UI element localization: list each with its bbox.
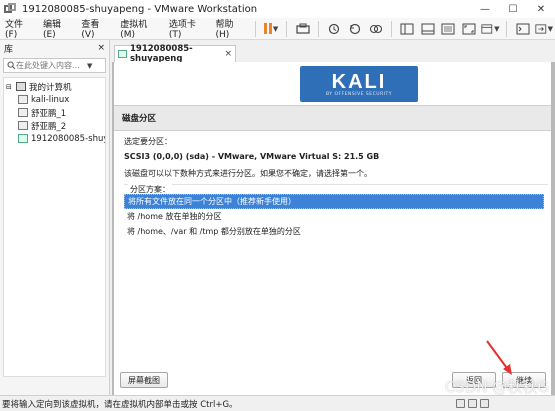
collapse-icon[interactable]: ⊟ bbox=[6, 83, 14, 91]
disk-label: SCSI3 (0,0,0) (sda) - VMware, VMware Vir… bbox=[124, 152, 380, 161]
computer-icon bbox=[16, 82, 26, 91]
tree-item-label: 舒亚鹏_1 bbox=[31, 108, 67, 119]
chevron-down-icon[interactable]: ▼ bbox=[87, 62, 92, 70]
tree-root-label: 我的计算机 bbox=[29, 82, 72, 93]
full-screen-button[interactable] bbox=[461, 20, 478, 38]
screenshot-button[interactable]: 屏幕截图 bbox=[120, 372, 168, 388]
keyboard-icon bbox=[296, 23, 310, 34]
console-view-button[interactable] bbox=[440, 20, 457, 38]
minimize-button[interactable]: — bbox=[471, 0, 499, 18]
window-controls: — ☐ ✕ bbox=[471, 0, 555, 18]
vm-icon bbox=[18, 95, 28, 104]
pause-icon bbox=[263, 23, 272, 34]
library-title: 库 bbox=[4, 44, 14, 55]
tab-close-icon[interactable]: × bbox=[224, 49, 232, 59]
library-close-icon[interactable]: × bbox=[97, 43, 105, 53]
toolbar-separator bbox=[506, 20, 508, 37]
snapshot-manager-icon bbox=[369, 24, 382, 33]
tree-item-kali-linux[interactable]: kali-linux bbox=[4, 93, 105, 106]
section-title: 磁盘分区 bbox=[114, 105, 551, 131]
tree-item-current-vm[interactable]: 1912080085-shuyapeng bbox=[4, 132, 105, 145]
select-prompt: 选定要分区： bbox=[124, 137, 172, 146]
option-separate-home[interactable]: 将 /home 放在单独的分区 bbox=[124, 209, 544, 224]
library-panel: 库 × ▼ ⊟ 我的计算机 kali-linux 舒亚鹏_1 舒亚鹏_2 191… bbox=[0, 40, 110, 395]
library-search: ▼ bbox=[3, 58, 106, 73]
library-view-icon bbox=[400, 23, 414, 34]
window-title: 1912080085-shuyapeng - VMware Workstatio… bbox=[22, 3, 258, 15]
thumbnail-icon bbox=[421, 23, 435, 34]
send-ctrl-alt-del-button[interactable] bbox=[294, 20, 311, 38]
full-screen-icon bbox=[462, 23, 476, 34]
tree-item-vm-2[interactable]: 舒亚鹏_2 bbox=[4, 119, 105, 132]
menu-tabs[interactable]: 选项卡(T) bbox=[164, 17, 211, 40]
tab-vm[interactable]: 1912080085-shuyapeng × bbox=[114, 44, 236, 64]
menu-toolbar: 文件(F) 编辑(E) 查看(V) 虚拟机(M) 选项卡(T) 帮助(H) ▼ … bbox=[0, 18, 555, 40]
running-vm-icon bbox=[118, 50, 127, 58]
stretch-icon bbox=[535, 23, 547, 34]
show-library-button[interactable] bbox=[399, 20, 416, 38]
running-vm-icon bbox=[18, 134, 28, 143]
chevron-down-icon: ▼ bbox=[272, 24, 279, 33]
kali-logo: KALI BY OFFENSIVE SECURITY bbox=[300, 66, 418, 102]
status-bar: 要将输入定向到该虚拟机，请在虚拟机内部单击或按 Ctrl+G。 bbox=[0, 395, 555, 411]
cd-drive-icon[interactable] bbox=[468, 399, 477, 408]
pause-button[interactable]: ▼ bbox=[263, 20, 280, 38]
console-button[interactable] bbox=[514, 20, 531, 38]
close-button[interactable]: ✕ bbox=[527, 0, 555, 18]
menu-view[interactable]: 查看(V) bbox=[76, 17, 115, 40]
toolbar-separator bbox=[390, 20, 392, 37]
toolbar-separator bbox=[318, 20, 319, 37]
tree-item-label: kali-linux bbox=[31, 94, 70, 105]
vmware-logo-icon bbox=[4, 3, 16, 15]
chevron-down-icon: ▼ bbox=[547, 24, 554, 33]
terminal-icon bbox=[516, 23, 530, 34]
installer-banner: KALI BY OFFENSIVE SECURITY bbox=[114, 62, 551, 104]
tree-item-label: 1912080085-shuyapeng bbox=[31, 133, 105, 144]
instructions-text: 该磁盘可以以下数种方式来进行分区。如果您不确定，请选择第一个。 bbox=[124, 169, 372, 178]
console-view-icon bbox=[441, 23, 455, 34]
watermark-text: CSDN @秋秋G bbox=[444, 378, 549, 396]
revert-snapshot-button[interactable] bbox=[347, 20, 364, 38]
tab-label: 1912080085-shuyapeng bbox=[130, 44, 193, 64]
status-text: 要将输入定向到该虚拟机，请在虚拟机内部单击或按 Ctrl+G。 bbox=[2, 399, 238, 410]
toolbar-separator bbox=[254, 20, 256, 37]
kali-logo-text: KALI bbox=[331, 70, 387, 93]
snapshot-button[interactable] bbox=[326, 20, 343, 38]
chevron-down-icon: ▼ bbox=[494, 24, 500, 33]
snapshot-icon bbox=[329, 23, 340, 34]
vm-icon bbox=[18, 121, 28, 130]
network-icon[interactable] bbox=[480, 399, 489, 408]
thumbnail-bar-button[interactable] bbox=[419, 20, 436, 38]
library-header: 库 × bbox=[0, 40, 109, 56]
partition-options-list: 将所有文件放在同一个分区中（推荐新手使用） 将 /home 放在单独的分区 将 … bbox=[124, 194, 544, 239]
manage-snapshots-button[interactable] bbox=[367, 20, 384, 38]
unity-button[interactable]: ▼ bbox=[481, 20, 499, 38]
menu-edit[interactable]: 编辑(E) bbox=[38, 17, 76, 40]
toolbar-separator bbox=[286, 20, 288, 37]
maximize-button[interactable]: ☐ bbox=[499, 0, 527, 18]
menu-vm[interactable]: 虚拟机(M) bbox=[115, 17, 164, 40]
option-all-in-one[interactable]: 将所有文件放在同一个分区中（推荐新手使用） bbox=[124, 194, 544, 209]
tree-root-my-computer[interactable]: ⊟ 我的计算机 bbox=[4, 80, 105, 93]
hard-disk-icon[interactable] bbox=[456, 399, 465, 408]
search-icon bbox=[7, 61, 16, 70]
library-tree: ⊟ 我的计算机 kali-linux 舒亚鹏_1 舒亚鹏_2 191208008… bbox=[3, 77, 106, 377]
kali-logo-subtext: BY OFFENSIVE SECURITY bbox=[325, 91, 393, 97]
vm-icon bbox=[18, 108, 28, 117]
menu-file[interactable]: 文件(F) bbox=[0, 17, 38, 40]
annotation-arrow-icon bbox=[486, 340, 512, 375]
device-status-icons bbox=[456, 399, 489, 408]
menu-help[interactable]: 帮助(H) bbox=[210, 17, 249, 40]
library-search-input[interactable] bbox=[16, 61, 86, 70]
option-separate-home-var-tmp[interactable]: 将 /home、/var 和 /tmp 都分别放在单独的分区 bbox=[124, 224, 544, 239]
revert-icon bbox=[349, 23, 361, 34]
tree-item-vm-1[interactable]: 舒亚鹏_1 bbox=[4, 106, 105, 119]
title-bar: 1912080085-shuyapeng - VMware Workstatio… bbox=[0, 0, 555, 18]
tree-item-label: 舒亚鹏_2 bbox=[31, 121, 67, 132]
stretch-guest-button[interactable]: ▼ bbox=[535, 20, 553, 38]
tab-bar: 1912080085-shuyapeng × bbox=[112, 42, 555, 64]
unity-icon bbox=[481, 23, 493, 34]
